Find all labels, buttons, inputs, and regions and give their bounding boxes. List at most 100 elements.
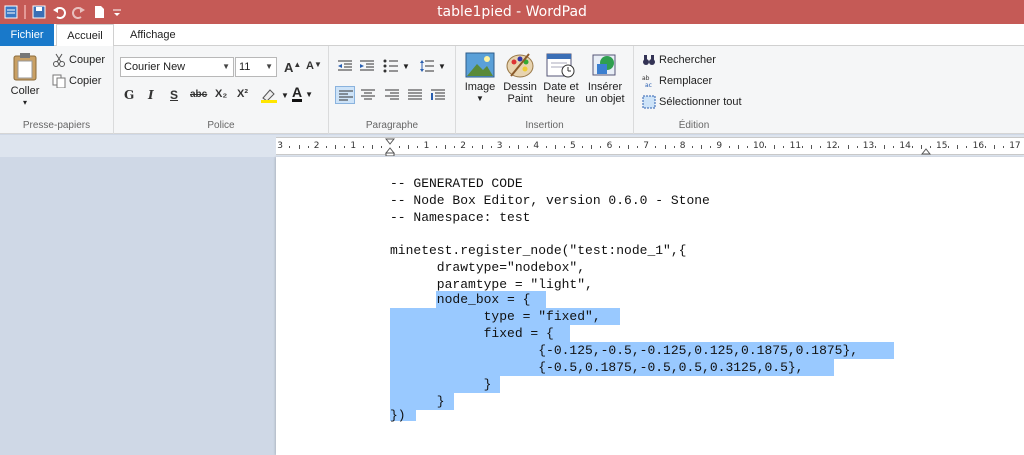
paragraph-group-label: Paragraphe (365, 120, 419, 131)
ruler-number: 15 (936, 141, 948, 151)
paint-drawing-button[interactable]: Dessin Paint (500, 52, 540, 105)
document-line[interactable]: paramtype = "light", (390, 277, 593, 293)
ruler-tick (554, 145, 556, 149)
document-line[interactable]: drawtype="nodebox", (390, 260, 585, 276)
decrease-indent-icon[interactable] (337, 59, 353, 73)
ruler-tick (490, 146, 492, 148)
chevron-down-icon: ▼ (402, 61, 410, 71)
shrink-font-button[interactable]: A▼ (306, 60, 322, 72)
ruler-tick (838, 146, 840, 148)
ruler-number: 9 (716, 141, 723, 151)
ruler-tick (637, 146, 639, 148)
datetime-label-line2: heure (546, 93, 576, 105)
ruler-tick (545, 146, 547, 148)
grow-font-label: A (284, 60, 294, 75)
replace-button[interactable]: ab ac Remplacer (642, 74, 712, 88)
font-family-value: Courier New (124, 61, 186, 73)
ruler[interactable]: 3 2 1 1 2 3 4 5 6 7 8 9 10 11 12 13 14 15 16 17 (276, 137, 1024, 156)
copy-button[interactable]: Copier (52, 74, 101, 88)
document-line[interactable]: fixed = { (390, 326, 554, 342)
ruler-tick (774, 145, 776, 149)
document-line[interactable]: type = "fixed", (390, 309, 601, 325)
ruler-tick (701, 145, 703, 149)
document-line[interactable]: {-0.125,-0.5,-0.125,0.125,0.1875,0.1875}… (390, 343, 858, 359)
find-button[interactable]: Rechercher (642, 53, 716, 67)
ruler-tick (664, 145, 666, 149)
document-line[interactable]: -- Node Box Editor, version 0.6.0 - Ston… (390, 193, 710, 209)
font-group: Courier New ▼ 11 ▼ A▲ A▼ G I S abc X₂ X²… (114, 46, 329, 134)
ruler-number: 1 (423, 141, 430, 151)
right-indent-marker-icon[interactable] (921, 144, 931, 156)
ruler-tick (884, 145, 886, 149)
font-size-value: 11 (239, 61, 251, 73)
line-spacing-button[interactable]: ▼ (419, 59, 446, 73)
select-all-button[interactable]: Sélectionner tout (642, 95, 742, 109)
align-right-icon[interactable] (384, 87, 400, 103)
date-time-button[interactable]: Date et heure (540, 52, 582, 105)
title-bar: table1pied - WordPad (0, 0, 1024, 24)
highlight-button[interactable]: ▼ (260, 87, 289, 103)
ruler-number: 13 (862, 141, 875, 151)
align-left-icon[interactable] (335, 86, 355, 104)
ruler-tick (728, 146, 730, 148)
tab-file[interactable]: Fichier (0, 24, 54, 46)
paragraph-settings-icon[interactable] (430, 87, 446, 103)
cut-button[interactable]: Couper (52, 53, 105, 67)
ruler-tick (289, 146, 291, 148)
ruler-tick (847, 145, 849, 149)
document-line[interactable]: minetest.register_node("test:node_1",{ (390, 243, 686, 259)
ruler-area: 3 2 1 1 2 3 4 5 6 7 8 9 10 11 12 13 14 15 16 17 (0, 135, 1024, 157)
paste-button[interactable]: Coller ▾ (6, 52, 44, 109)
font-family-select[interactable]: Courier New ▼ (120, 57, 234, 77)
chevron-down-icon: ▼ (265, 62, 273, 71)
italic-button[interactable]: I (148, 88, 154, 102)
datetime-label-line1: Date et (543, 81, 579, 93)
strikethrough-button[interactable]: abc (190, 89, 207, 100)
subscript-button[interactable]: X₂ (215, 88, 227, 100)
document-line[interactable]: }) (390, 408, 406, 424)
select-all-icon (642, 95, 656, 109)
superscript-button[interactable]: X² (237, 88, 248, 100)
document-line[interactable]: -- Namespace: test (390, 210, 530, 226)
bullets-button[interactable]: ▼ (383, 59, 410, 73)
underline-button[interactable]: S (170, 88, 178, 102)
ruler-tick (984, 146, 986, 148)
document-line[interactable]: } (390, 377, 492, 393)
chevron-down-icon: ▼ (476, 94, 484, 103)
editing-group: Rechercher ab ac Remplacer Sélectionner t… (634, 46, 754, 134)
scissors-icon (53, 53, 65, 67)
document-line[interactable]: node_box = { (390, 292, 531, 308)
tab-view[interactable]: Affichage (120, 24, 186, 46)
ruler-tick (911, 146, 913, 148)
replace-icon: abac (642, 75, 652, 88)
increase-indent-icon[interactable] (359, 59, 375, 73)
clipboard-group-label: Presse-papiers (22, 120, 91, 131)
align-center-icon[interactable] (360, 87, 376, 103)
ruler-tick (298, 145, 300, 149)
bold-button[interactable]: G (124, 88, 134, 102)
ruler-number: 4 (533, 141, 540, 151)
font-size-select[interactable]: 11 ▼ (235, 57, 277, 77)
ruler-tick (893, 146, 895, 148)
insertion-group-label: Insertion (525, 120, 564, 131)
paste-dropdown-icon[interactable]: ▾ (6, 97, 44, 109)
ruler-tick (481, 145, 483, 149)
document-line[interactable]: -- GENERATED CODE (390, 176, 523, 192)
tab-home[interactable]: Accueil (56, 24, 114, 47)
ruler-tick (993, 145, 995, 149)
insert-object-button[interactable]: Insérer un objet (582, 52, 628, 105)
ruler-tick (582, 146, 584, 148)
paragraph-group: ▼ ▼ Paragraphe (329, 46, 456, 134)
grow-font-button[interactable]: A▲ (284, 60, 301, 75)
first-line-indent-marker-icon[interactable] (385, 138, 395, 156)
ruler-tick (600, 146, 602, 148)
document-line[interactable]: {-0.5,0.1875,-0.5,0.5,0.3125,0.5}, (390, 360, 803, 376)
ruler-tick (408, 145, 410, 149)
insert-image-button[interactable]: Image ▼ (460, 52, 500, 105)
justify-icon[interactable] (407, 87, 423, 103)
ruler-number: 8 (679, 141, 686, 151)
paste-label: Coller (10, 85, 40, 97)
highlighter-icon (261, 89, 277, 103)
font-color-button[interactable]: A ▼ (292, 85, 313, 102)
image-icon (465, 52, 495, 78)
